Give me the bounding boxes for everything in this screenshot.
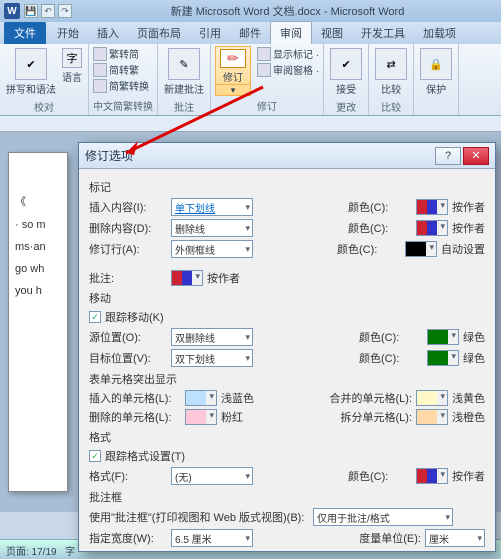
track-format-checkbox[interactable]: ✓: [89, 450, 101, 462]
simp-to-trad[interactable]: 简转繁: [93, 62, 149, 77]
format-color-combo[interactable]: [416, 468, 448, 484]
reviewing-pane[interactable]: 审阅窗格 ·: [257, 62, 319, 77]
group-changes: ✔接受 更改: [324, 44, 369, 115]
format-style-combo[interactable]: (无): [171, 467, 253, 485]
tab-view[interactable]: 视图: [312, 22, 352, 44]
ribbon-tabs: 文件 开始 插入 页面布局 引用 邮件 审阅 视图 开发工具 加载项: [0, 22, 501, 44]
track-dropdown[interactable]: ▾: [216, 84, 250, 96]
comment-icon: ✎: [168, 48, 200, 80]
tab-home[interactable]: 开始: [48, 22, 88, 44]
group-comments: ✎新建批注 批注: [158, 44, 211, 115]
ribbon: ✔拼写和语法 字语言 校对 繁转简 简转繁 简繁转换 中文简繁转换 ✎新建批注 …: [0, 44, 501, 116]
tab-review[interactable]: 审阅: [270, 21, 312, 44]
compare-icon: ⇄: [375, 48, 407, 80]
insert-style-combo[interactable]: 单下划线: [171, 198, 253, 216]
section-move: 移动: [89, 290, 485, 306]
trad-to-simp[interactable]: 繁转简: [93, 46, 149, 61]
group-proofing: ✔拼写和语法 字语言 校对: [0, 44, 89, 115]
track-move-checkbox[interactable]: ✓: [89, 311, 101, 323]
page: 《 · so m ms·an go wh you h: [8, 152, 68, 492]
convert-icon: [93, 79, 107, 93]
tab-mailings[interactable]: 邮件: [230, 22, 270, 44]
width-spinner[interactable]: 6.5 厘米: [171, 529, 253, 547]
source-style-combo[interactable]: 双删除线: [171, 328, 253, 346]
changed-line-combo[interactable]: 外侧框线: [171, 240, 253, 258]
spellcheck-icon: ✔: [15, 48, 47, 80]
delete-color-combo[interactable]: [416, 220, 448, 236]
simp-trad-icon: [93, 63, 107, 77]
language-icon: 字: [62, 48, 82, 68]
dest-color-combo[interactable]: [427, 350, 459, 366]
help-button[interactable]: ?: [435, 147, 461, 165]
save-icon[interactable]: 💾: [24, 4, 38, 18]
pane-icon: [257, 63, 271, 77]
lock-icon: 🔒: [420, 48, 452, 80]
ruler: [0, 116, 501, 132]
tab-insert[interactable]: 插入: [88, 22, 128, 44]
simp-trad-convert[interactable]: 简繁转换: [93, 78, 149, 93]
word-count: 字: [65, 547, 75, 558]
balloon-use-combo[interactable]: 仅用于批注/格式: [313, 508, 453, 526]
track-options-dialog: 修订选项 ? ✕ 标记 插入内容(I): 单下划线 颜色(C):按作者 删除内容…: [78, 142, 496, 552]
group-chinese: 繁转简 简转繁 简繁转换 中文简繁转换: [89, 44, 158, 115]
section-format: 格式: [89, 429, 485, 445]
tab-layout[interactable]: 页面布局: [128, 22, 190, 44]
accept-button[interactable]: ✔接受: [328, 46, 364, 98]
track-changes-button[interactable]: ✏ 修订 ▾: [215, 46, 251, 96]
group-tracking: ✏ 修订 ▾ 显示标记 · 审阅窗格 · 修订: [211, 44, 324, 115]
unit-combo[interactable]: 厘米: [425, 529, 485, 547]
tab-file[interactable]: 文件: [4, 22, 46, 44]
changed-color-combo[interactable]: [405, 241, 437, 257]
protect-button[interactable]: 🔒保护: [418, 46, 454, 98]
track-icon: ✏: [220, 49, 246, 68]
quick-access-toolbar: 💾 ↶ ↷: [24, 4, 72, 18]
new-comment-button[interactable]: ✎新建批注: [162, 46, 206, 98]
tab-references[interactable]: 引用: [190, 22, 230, 44]
section-markup: 标记: [89, 179, 485, 195]
page-count: 页面: 17/19: [6, 547, 57, 558]
accept-icon: ✔: [330, 48, 362, 80]
window-title: 新建 Microsoft Word 文档.docx - Microsoft Wo…: [78, 3, 497, 19]
dialog-body: 标记 插入内容(I): 单下划线 颜色(C):按作者 删除内容(D): 删除线 …: [79, 169, 495, 547]
source-color-combo[interactable]: [427, 329, 459, 345]
dest-style-combo[interactable]: 双下划线: [171, 349, 253, 367]
group-compare: ⇄比较 比较: [369, 44, 414, 115]
comment-color-combo[interactable]: [171, 270, 203, 286]
tbl-merge-color[interactable]: [416, 390, 448, 406]
show-markup[interactable]: 显示标记 ·: [257, 46, 319, 61]
close-button[interactable]: ✕: [463, 147, 489, 165]
group-protect: 🔒保护: [414, 44, 459, 115]
trad-simp-icon: [93, 47, 107, 61]
dialog-titlebar: 修订选项 ? ✕: [79, 143, 495, 169]
language-button[interactable]: 字语言: [60, 46, 84, 86]
markup-icon: [257, 47, 271, 61]
tbl-insert-color[interactable]: [185, 390, 217, 406]
tbl-split-color[interactable]: [416, 409, 448, 425]
tbl-delete-color[interactable]: [185, 409, 217, 425]
compare-button[interactable]: ⇄比较: [373, 46, 409, 98]
dialog-title: 修订选项: [85, 147, 133, 164]
section-balloon: 批注框: [89, 489, 485, 505]
tab-developer[interactable]: 开发工具: [352, 22, 414, 44]
delete-style-combo[interactable]: 删除线: [171, 219, 253, 237]
section-table: 表单元格突出显示: [89, 371, 485, 387]
spellcheck-button[interactable]: ✔拼写和语法: [4, 46, 58, 98]
title-bar: W 💾 ↶ ↷ 新建 Microsoft Word 文档.docx - Micr…: [0, 0, 501, 22]
undo-icon[interactable]: ↶: [41, 4, 55, 18]
tab-addins[interactable]: 加载项: [414, 22, 465, 44]
word-logo: W: [4, 3, 20, 19]
redo-icon[interactable]: ↷: [58, 4, 72, 18]
insert-color-combo[interactable]: [416, 199, 448, 215]
